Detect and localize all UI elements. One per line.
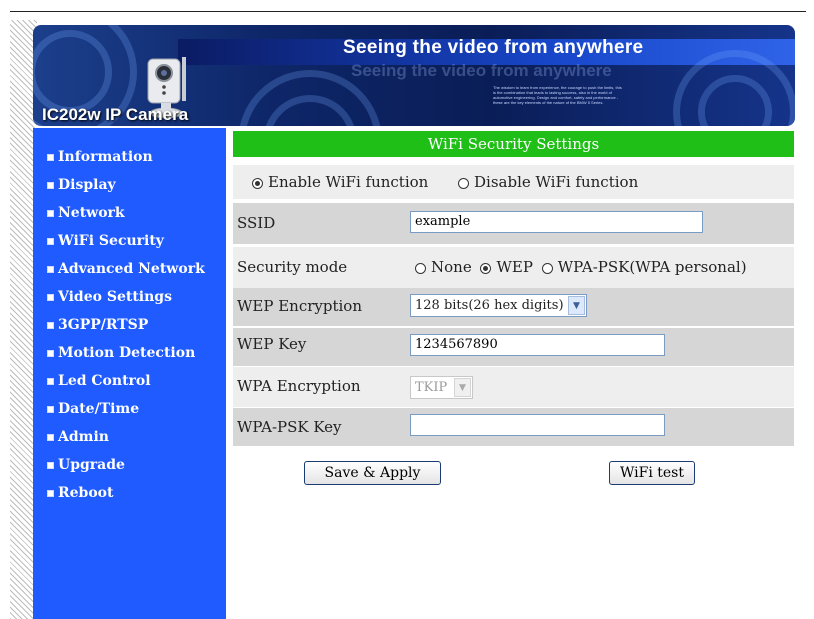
- bullet-icon: [47, 153, 54, 161]
- sidebar-item-label: Led Control: [58, 373, 151, 389]
- security-wpa-option[interactable]: WPA-PSK(WPA personal): [541, 258, 747, 276]
- top-divider: [10, 11, 806, 12]
- sidebar-item-label: Date/Time: [58, 401, 140, 417]
- ssid-label: SSID: [237, 214, 276, 232]
- wpa-encryption-row: WPA Encryption TKIP ▼: [233, 367, 794, 407]
- security-wpa-radio[interactable]: [541, 262, 553, 274]
- sidebar-item-advanced-network[interactable]: Advanced Network: [47, 261, 205, 277]
- sidebar-item-network[interactable]: Network: [47, 205, 125, 221]
- bullet-icon: [47, 433, 54, 441]
- security-none-option[interactable]: None: [415, 258, 472, 276]
- security-none-label: None: [431, 258, 472, 276]
- wep-key-label: WEP Key: [237, 335, 307, 353]
- sidebar-item-motion-detection[interactable]: Motion Detection: [47, 345, 195, 361]
- sidebar-item-label: Advanced Network: [58, 261, 205, 277]
- wpa-psk-key-input[interactable]: [410, 414, 665, 436]
- security-none-radio[interactable]: [415, 262, 426, 274]
- sidebar-item-label: Admin: [58, 429, 109, 445]
- wpa-encryption-value: TKIP: [415, 380, 448, 395]
- header-banner: Seeing the video from anywhere Seeing th…: [33, 25, 795, 126]
- sidebar-item-label: 3GPP/RTSP: [58, 317, 149, 333]
- wep-encryption-label: WEP Encryption: [237, 297, 363, 315]
- sidebar-item-led-control[interactable]: Led Control: [47, 373, 151, 389]
- ssid-row: SSID example: [233, 203, 794, 244]
- enable-wifi-radio[interactable]: [252, 177, 263, 189]
- sidebar-item-label: Network: [58, 205, 125, 221]
- save-apply-button[interactable]: Save & Apply: [304, 461, 441, 485]
- wpa-encryption-select[interactable]: TKIP ▼: [410, 376, 473, 399]
- sidebar-item-video-settings[interactable]: Video Settings: [47, 289, 172, 305]
- bullet-icon: [47, 181, 54, 189]
- disable-wifi-option[interactable]: Disable WiFi function: [458, 173, 638, 191]
- wep-encryption-value: 128 bits(26 hex digits): [415, 298, 564, 313]
- security-wep-radio[interactable]: [480, 262, 492, 274]
- wpa-psk-key-row: WPA-PSK Key: [233, 408, 794, 446]
- security-mode-row: Security mode None WEP WPA-PSK(WPA perso…: [233, 247, 794, 288]
- sidebar-item-label: Reboot: [58, 485, 114, 501]
- sidebar-item-display[interactable]: Display: [47, 177, 116, 193]
- sidebar-item-label: Upgrade: [58, 457, 125, 473]
- sidebar-item-upgrade[interactable]: Upgrade: [47, 457, 125, 473]
- bullet-icon: [47, 293, 54, 301]
- sidebar-item-label: Display: [58, 177, 116, 193]
- sidebar-menu: Information Display Network WiFi Securit…: [33, 128, 226, 619]
- security-wep-label: WEP: [496, 258, 533, 276]
- camera-model-title: IC202w IP Camera: [42, 105, 189, 124]
- bullet-icon: [47, 209, 54, 217]
- bullet-icon: [47, 321, 54, 329]
- wpa-psk-key-label: WPA-PSK Key: [237, 418, 342, 436]
- sidebar-item-label: Video Settings: [58, 289, 172, 305]
- bullet-icon: [47, 377, 54, 385]
- security-wpa-label: WPA-PSK(WPA personal): [557, 258, 747, 276]
- sidebar-item-information[interactable]: Information: [47, 149, 153, 165]
- bullet-icon: [47, 489, 54, 497]
- panel-title: WiFi Security Settings: [233, 131, 794, 157]
- sidebar-item-reboot[interactable]: Reboot: [47, 485, 113, 501]
- sidebar-item-label: WiFi Security: [58, 233, 164, 249]
- bullet-icon: [47, 265, 54, 273]
- ssid-input[interactable]: example: [410, 211, 703, 233]
- enable-wifi-label: Enable WiFi function: [268, 173, 429, 191]
- enable-wifi-option[interactable]: Enable WiFi function: [252, 173, 428, 191]
- wep-key-row: WEP Key 1234567890: [233, 328, 794, 366]
- sidebar-item-label: Information: [58, 149, 153, 165]
- bullet-icon: [47, 461, 54, 469]
- disable-wifi-label: Disable WiFi function: [474, 173, 639, 191]
- sidebar-item-3gpp-rtsp[interactable]: 3GPP/RTSP: [47, 317, 148, 333]
- sidebar-item-date-time[interactable]: Date/Time: [47, 401, 139, 417]
- banner-tagline: Seeing the video from anywhere: [343, 37, 644, 58]
- security-mode-options: None WEP WPA-PSK(WPA personal): [415, 258, 747, 276]
- wep-encryption-select[interactable]: 128 bits(26 hex digits) ▼: [410, 294, 587, 317]
- wpa-encryption-label: WPA Encryption: [237, 377, 361, 395]
- banner-fine-print: The wisdom to learn from experience, the…: [493, 85, 622, 105]
- bullet-icon: [47, 405, 54, 413]
- sidebar-item-label: Motion Detection: [58, 345, 196, 361]
- chevron-down-icon[interactable]: ▼: [568, 296, 585, 315]
- wep-key-input[interactable]: 1234567890: [410, 334, 665, 356]
- security-mode-label: Security mode: [237, 258, 348, 276]
- bullet-icon: [47, 237, 54, 245]
- wifi-test-button[interactable]: WiFi test: [609, 461, 695, 485]
- banner-tagline-reflection: Seeing the video from anywhere: [351, 61, 612, 80]
- wep-encryption-row: WEP Encryption 128 bits(26 hex digits) ▼: [233, 288, 794, 326]
- wifi-function-row: Enable WiFi function Disable WiFi functi…: [233, 165, 794, 199]
- security-wep-option[interactable]: WEP: [480, 258, 533, 276]
- sidebar-item-admin[interactable]: Admin: [47, 429, 109, 445]
- bullet-icon: [47, 349, 54, 357]
- disable-wifi-radio[interactable]: [458, 177, 469, 189]
- chevron-down-icon: ▼: [454, 378, 471, 397]
- sidebar-item-wifi-security[interactable]: WiFi Security: [47, 233, 164, 249]
